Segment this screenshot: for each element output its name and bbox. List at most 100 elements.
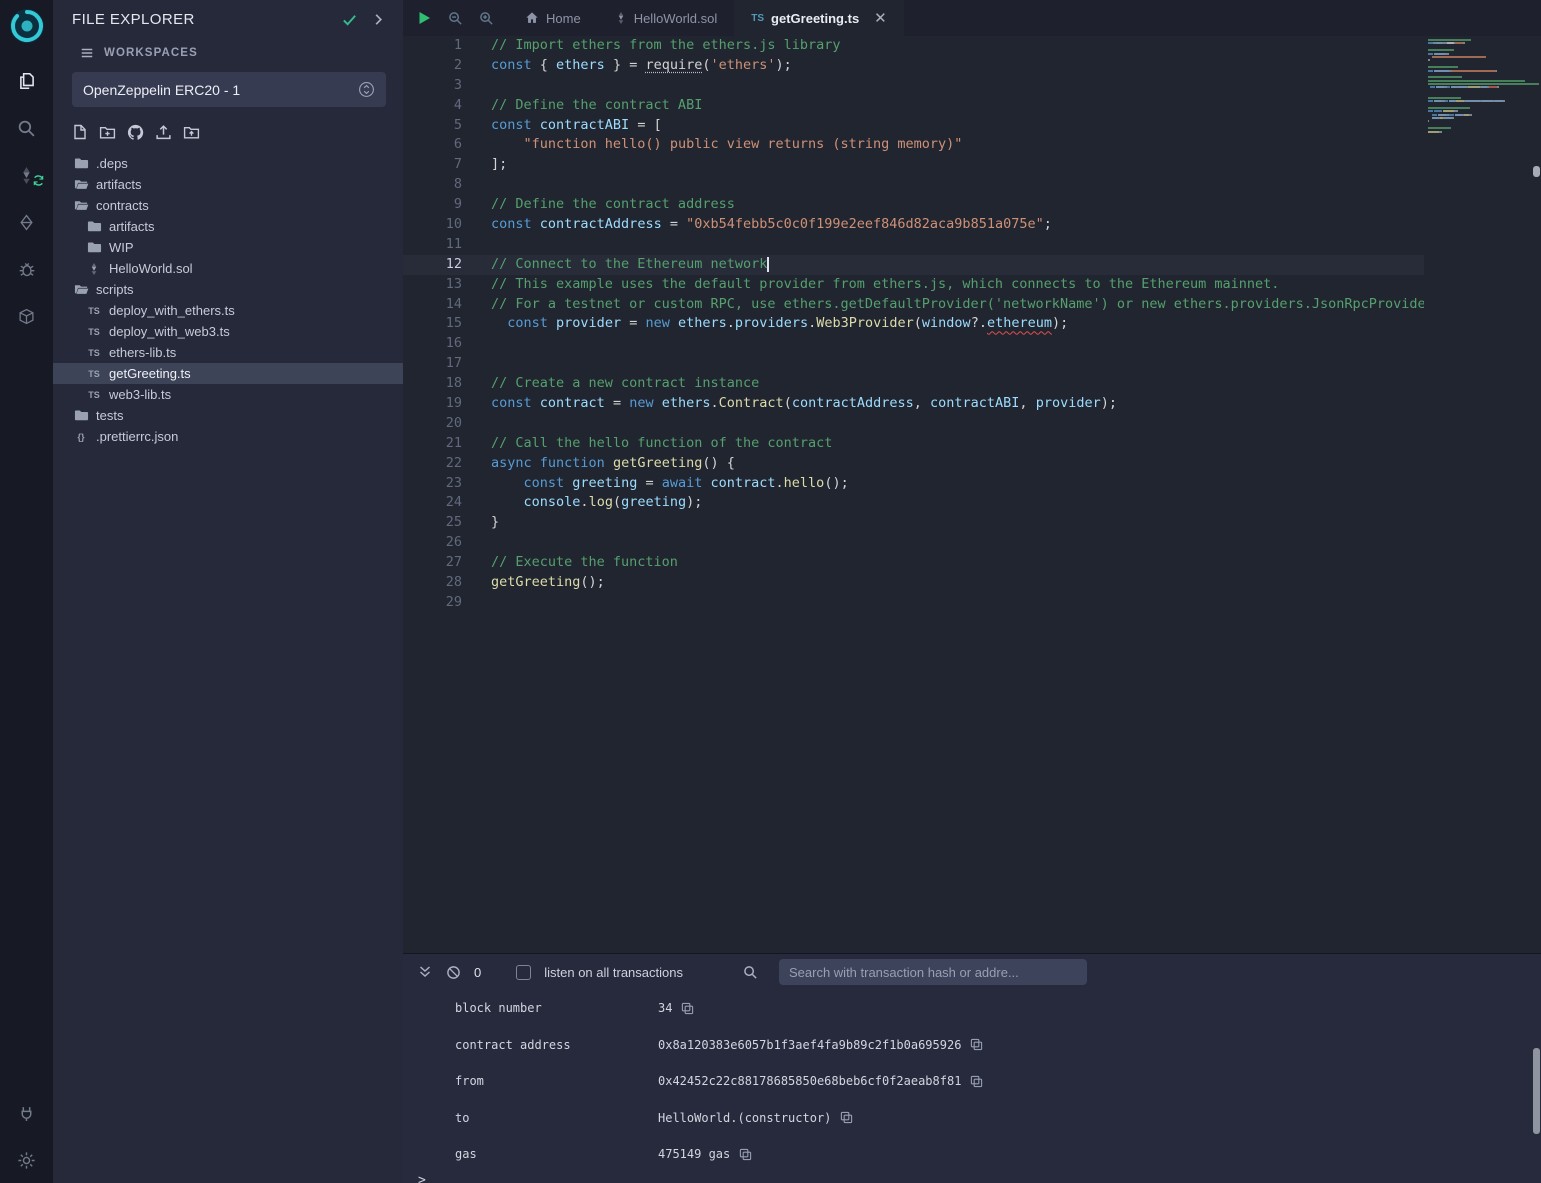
code-token: contractAddress: [792, 395, 914, 411]
settings-gear-icon[interactable]: [14, 1147, 40, 1173]
code-editor: 1// Import ethers from the ethers.js lib…: [403, 36, 1541, 953]
code-token: ;: [1044, 216, 1052, 232]
file-tree-item-HelloWorld.sol[interactable]: HelloWorld.sol: [53, 258, 403, 279]
minimap-line: [1428, 73, 1539, 75]
code-line-28[interactable]: 28getGreeting();: [403, 573, 1424, 593]
code-line-19[interactable]: 19const contract = new ethers.Contract(c…: [403, 394, 1424, 414]
load-folder-icon[interactable]: [183, 124, 200, 141]
code-line-25[interactable]: 25}: [403, 513, 1424, 533]
code-line-7[interactable]: 7];: [403, 155, 1424, 175]
clear-console-icon[interactable]: [446, 965, 461, 980]
collapse-terminal-icon[interactable]: [417, 964, 433, 980]
code-token: [670, 315, 678, 331]
file-explorer-icon[interactable]: [14, 68, 40, 94]
code-line-14[interactable]: 14// For a testnet or custom RPC, use et…: [403, 295, 1424, 315]
code-token: contract: [711, 475, 776, 491]
editor-scrollbar-thumb[interactable]: [1533, 166, 1540, 177]
workspaces-row: WORKSPACES: [53, 38, 403, 60]
code-line-8[interactable]: 8: [403, 175, 1424, 195]
code-token: "0xb54febb5c0c0f199e2eef846d82aca9b851a0…: [686, 216, 1044, 232]
code-line-22[interactable]: 22async function getGreeting() {: [403, 454, 1424, 474]
code-line-13[interactable]: 13// This example uses the default provi…: [403, 275, 1424, 295]
code-line-5[interactable]: 5const contractABI = [: [403, 116, 1424, 136]
code-line-11[interactable]: 11: [403, 235, 1424, 255]
solidity-compiler-icon[interactable]: [14, 162, 40, 188]
code-line-18[interactable]: 18// Create a new contract instance: [403, 374, 1424, 394]
copy-icon[interactable]: [681, 1002, 694, 1015]
hamburger-menu-icon[interactable]: [80, 46, 94, 60]
page-scrollbar-thumb[interactable]: [1533, 1048, 1540, 1134]
upload-file-icon[interactable]: [155, 124, 172, 141]
run-script-button[interactable]: [416, 10, 432, 26]
file-tree-item-getGreeting.ts[interactable]: TSgetGreeting.ts: [53, 363, 403, 384]
code-token: function: [540, 455, 605, 471]
plugin-connector-icon[interactable]: [14, 1100, 40, 1126]
code-line-15[interactable]: 15 const provider = new ethers.providers…: [403, 314, 1424, 334]
search-icon[interactable]: [14, 115, 40, 141]
terminal-prompt[interactable]: >: [403, 1173, 1541, 1183]
code-token: [654, 395, 662, 411]
file-tree-item-artifacts[interactable]: artifacts: [53, 174, 403, 195]
new-file-icon[interactable]: [72, 124, 88, 141]
code-line-4[interactable]: 4// Define the contract ABI: [403, 96, 1424, 116]
code-line-1[interactable]: 1// Import ethers from the ethers.js lib…: [403, 36, 1424, 56]
code-token: contractAddress: [540, 216, 662, 232]
file-tree-item-ethers-lib.ts[interactable]: TSethers-lib.ts: [53, 342, 403, 363]
new-folder-icon[interactable]: [99, 124, 116, 141]
code-line-10[interactable]: 10const contractAddress = "0xb54febb5c0c…: [403, 215, 1424, 235]
zoom-out-icon[interactable]: [448, 11, 463, 26]
file-tree-item-artifacts[interactable]: artifacts: [53, 216, 403, 237]
copy-icon[interactable]: [970, 1075, 983, 1088]
file-tree-item-contracts[interactable]: contracts: [53, 195, 403, 216]
line-number: 29: [403, 593, 462, 613]
listen-all-transactions-checkbox[interactable]: [516, 965, 531, 980]
minimap-token: [1482, 100, 1493, 102]
tab-getgreeting-ts[interactable]: TS getGreeting.ts ✕: [734, 0, 903, 36]
code-line-6[interactable]: 6 "function hello() public view returns …: [403, 135, 1424, 155]
code-line-12[interactable]: 12// Connect to the Ethereum network: [403, 255, 1424, 275]
file-tree-item-.deps[interactable]: .deps: [53, 153, 403, 174]
code-line-2[interactable]: 2const { ethers } = require('ethers');: [403, 56, 1424, 76]
file-tree-item-.prettierrc.json[interactable]: {}.prettierrc.json: [53, 426, 403, 447]
code-line-27[interactable]: 27// Execute the function: [403, 553, 1424, 573]
copy-icon[interactable]: [840, 1111, 853, 1124]
code-line-20[interactable]: 20: [403, 414, 1424, 434]
file-tree-item-scripts[interactable]: scripts: [53, 279, 403, 300]
tab-home[interactable]: Home: [508, 0, 598, 36]
terminal-search-input[interactable]: [779, 959, 1087, 985]
github-icon[interactable]: [127, 124, 144, 141]
code-lines[interactable]: 1// Import ethers from the ethers.js lib…: [403, 36, 1424, 953]
deploy-run-icon[interactable]: [14, 209, 40, 235]
code-line-24[interactable]: 24 console.log(greeting);: [403, 493, 1424, 513]
file-tree-item-label: tests: [96, 408, 123, 423]
file-tree-item-deploy_with_ethers.ts[interactable]: TSdeploy_with_ethers.ts: [53, 300, 403, 321]
debugger-icon[interactable]: [14, 256, 40, 282]
code-line-17[interactable]: 17: [403, 354, 1424, 374]
plugin-manager-icon[interactable]: [14, 303, 40, 329]
file-tree-item-WIP[interactable]: WIP: [53, 237, 403, 258]
code-token: .: [711, 395, 719, 411]
file-tree-item-web3-lib.ts[interactable]: TSweb3-lib.ts: [53, 384, 403, 405]
check-icon[interactable]: [341, 11, 358, 28]
remix-logo-icon[interactable]: [7, 6, 47, 46]
code-line-3[interactable]: 3: [403, 76, 1424, 96]
close-tab-icon[interactable]: ✕: [874, 11, 887, 26]
copy-icon[interactable]: [739, 1148, 752, 1161]
tab-helloworld-sol[interactable]: HelloWorld.sol: [598, 0, 735, 36]
workspace-selector[interactable]: OpenZeppelin ERC20 - 1: [72, 72, 386, 107]
code-line-16[interactable]: 16: [403, 334, 1424, 354]
file-tree-item-tests[interactable]: tests: [53, 405, 403, 426]
copy-icon[interactable]: [970, 1038, 983, 1051]
file-tree-item-deploy_with_web3.ts[interactable]: TSdeploy_with_web3.ts: [53, 321, 403, 342]
code-line-29[interactable]: 29: [403, 593, 1424, 613]
editor-minimap[interactable]: [1424, 36, 1541, 953]
code-line-21[interactable]: 21// Call the hello function of the cont…: [403, 434, 1424, 454]
chevron-right-icon[interactable]: [371, 12, 386, 27]
line-content: [462, 354, 491, 374]
code-token: console: [524, 494, 581, 510]
code-line-9[interactable]: 9// Define the contract address: [403, 195, 1424, 215]
minimap-token: [1428, 76, 1462, 78]
zoom-in-icon[interactable]: [479, 11, 494, 26]
code-line-26[interactable]: 26: [403, 533, 1424, 553]
code-line-23[interactable]: 23 const greeting = await contract.hello…: [403, 474, 1424, 494]
